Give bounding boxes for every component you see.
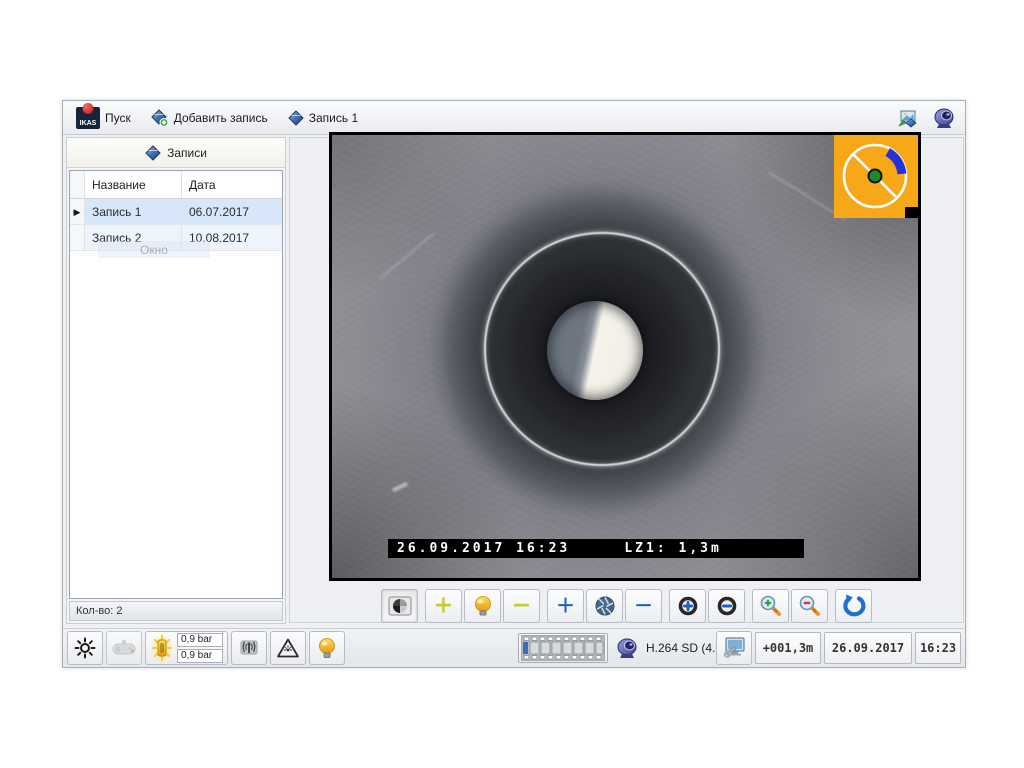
brightness-button[interactable]: [67, 631, 103, 665]
pressure-values: 0,9 bar 0,9 bar: [177, 633, 223, 663]
iris-close-button[interactable]: －: [625, 589, 662, 623]
export-snapshot-button[interactable]: [893, 105, 923, 131]
reset-icon: [841, 594, 867, 618]
diamond-icon: [288, 110, 304, 126]
webcam-icon: [932, 107, 956, 129]
pressure-indicator[interactable]: 0,9 bar 0,9 bar: [145, 631, 228, 665]
focus-far-button[interactable]: [708, 589, 745, 623]
add-record-button[interactable]: Добавить запись: [144, 106, 275, 130]
camera-video-feed[interactable]: 26.09.2017 16:23 LZ1: 1,3m: [332, 135, 918, 578]
record-date: 10.08.2017: [182, 225, 282, 250]
record-name: Запись 1: [85, 199, 182, 224]
status-date: 26.09.2017: [824, 632, 912, 664]
table-row[interactable]: ▶ Запись 1 06.07.2017: [70, 199, 282, 225]
focus-near-icon: [677, 595, 699, 617]
records-table-header: Название Дата: [70, 171, 282, 199]
pipe-bore-hole: [547, 301, 643, 400]
iris-open-button[interactable]: ＋: [547, 589, 584, 623]
zoom-in-button[interactable]: [752, 589, 789, 623]
diamond-icon: [145, 145, 161, 161]
export-snapshot-icon: [897, 108, 919, 128]
video-timestamp-overlay: 26.09.2017 16:23 LZ1: 1,3m: [388, 539, 804, 558]
display-settings-button[interactable]: [716, 631, 752, 665]
light-increase-button[interactable]: ＋: [425, 589, 462, 623]
webcam-status-icon: [615, 637, 639, 659]
pressure-value-top: 0,9 bar: [177, 633, 223, 647]
records-panel: Записи Название Дата ▶ Запись 1 06.07.20…: [66, 137, 286, 624]
record-count-status: Кол-во: 2: [69, 601, 283, 621]
table-row[interactable]: Запись 2 10.08.2017: [70, 225, 282, 251]
records-panel-header[interactable]: Записи: [67, 138, 285, 168]
light-bulb-button[interactable]: [464, 589, 501, 623]
record-name: Запись 2: [85, 225, 182, 250]
add-record-label: Добавить запись: [174, 111, 268, 125]
zoom-in-icon: [759, 594, 783, 618]
joystick-button[interactable]: [106, 631, 142, 665]
aperture-icon: [594, 595, 616, 617]
light-decrease-button[interactable]: －: [503, 589, 540, 623]
joystick-icon: [111, 638, 137, 658]
zoom-out-button[interactable]: [791, 589, 828, 623]
app-window: IKAS Пуск Добавить запись Запись 1: [62, 100, 966, 668]
recording-filmstrip[interactable]: [518, 633, 608, 663]
laser-warning-icon: [276, 637, 300, 659]
records-table: Название Дата ▶ Запись 1 06.07.2017 Запи…: [69, 170, 283, 599]
diamond-add-icon: [151, 109, 169, 127]
video-panel: 26.09.2017 16:23 LZ1: 1,3m: [289, 137, 964, 623]
start-button[interactable]: IKAS Пуск: [69, 104, 138, 132]
camera-orientation-compass: [834, 135, 918, 218]
light-bulb-icon: [473, 595, 493, 617]
record-1-button[interactable]: Запись 1: [281, 107, 365, 129]
status-left-group: 0,9 bar 0,9 bar: [67, 631, 345, 665]
transmitter-button[interactable]: [231, 631, 267, 665]
video-frame: 26.09.2017 16:23 LZ1: 1,3m: [329, 132, 921, 581]
antenna-icon: [237, 637, 261, 659]
lamp-bulb-icon: [317, 637, 337, 660]
focus-far-icon: [716, 595, 738, 617]
column-header-date[interactable]: Дата: [182, 171, 282, 198]
row-marker: ▶: [70, 199, 85, 224]
record-date: 06.07.2017: [182, 199, 282, 224]
filmstrip-icon: [521, 635, 605, 661]
status-time: 16:23: [915, 632, 961, 664]
monitor-wrench-icon: [721, 636, 747, 660]
status-right-group: +001,3m 26.09.2017 16:23: [716, 631, 961, 665]
pan-rotate-icon: [388, 596, 412, 616]
row-marker: [70, 225, 85, 250]
record-1-label: Запись 1: [309, 111, 358, 125]
lamp-button[interactable]: [309, 631, 345, 665]
camera-control-toolbar: ＋ － ＋ －: [289, 586, 964, 626]
distance-counter: +001,3m: [755, 632, 821, 664]
webcam-toolbar-button[interactable]: [929, 105, 959, 131]
status-bar: 0,9 bar 0,9 bar: [63, 628, 965, 667]
ikas-logo-icon: IKAS: [76, 107, 100, 129]
pressure-icon: [150, 635, 174, 661]
focus-near-button[interactable]: [669, 589, 706, 623]
pressure-value-bottom: 0,9 bar: [177, 649, 223, 663]
start-label: Пуск: [105, 111, 131, 125]
laser-button[interactable]: [270, 631, 306, 665]
column-header-name[interactable]: Название: [85, 171, 182, 198]
main-toolbar: IKAS Пуск Добавить запись Запись 1: [63, 101, 965, 135]
iris-auto-button[interactable]: [586, 589, 623, 623]
zoom-out-icon: [798, 594, 822, 618]
records-panel-title: Записи: [167, 146, 207, 160]
pan-rotate-button[interactable]: [381, 589, 418, 623]
reset-camera-button[interactable]: [835, 589, 872, 623]
brightness-icon: [73, 636, 97, 660]
row-marker-gutter: [70, 171, 85, 198]
